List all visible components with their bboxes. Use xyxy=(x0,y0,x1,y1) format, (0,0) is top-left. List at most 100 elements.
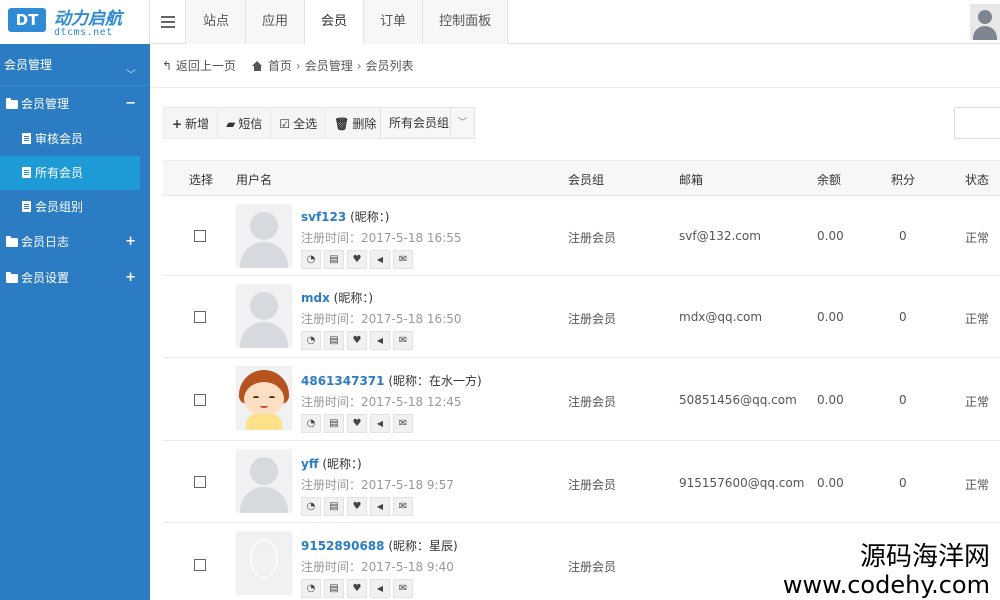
select-all-button[interactable]: ☑ 全选 xyxy=(270,107,326,139)
wallet-icon[interactable] xyxy=(324,414,344,433)
row-checkbox[interactable] xyxy=(194,394,206,406)
breadcrumb-current: 会员列表 xyxy=(365,59,414,73)
member-name[interactable]: 4861347371 (昵称：在水一方) xyxy=(301,372,482,389)
member-username[interactable]: 9152890688 xyxy=(301,539,385,553)
member-balance: 0.00 xyxy=(817,393,844,407)
chevron-down-icon: ﹀ xyxy=(126,70,136,81)
sidebar-group-member-management[interactable]: 会员管理 − xyxy=(0,86,150,122)
member-username[interactable]: yff xyxy=(301,457,319,471)
speaker-icon[interactable] xyxy=(370,250,390,269)
sidebar-item-label: 所有会员 xyxy=(35,166,84,180)
member-email: 915157600@qq.com xyxy=(679,476,805,490)
back-link[interactable]: ↰ 返回上一页 xyxy=(162,57,236,74)
row-checkbox[interactable] xyxy=(194,311,206,323)
breadcrumb-home[interactable]: 首页 xyxy=(268,57,292,74)
nav-site[interactable]: 站点 xyxy=(187,0,247,44)
wallet-icon[interactable] xyxy=(324,579,344,598)
nav-control-panel[interactable]: 控制面板 xyxy=(423,0,509,44)
menu-toggle-icon[interactable] xyxy=(150,0,186,44)
row-checkbox[interactable] xyxy=(194,230,206,242)
speaker-icon[interactable] xyxy=(370,414,390,433)
nav-apps[interactable]: 应用 xyxy=(246,0,306,44)
folder-icon xyxy=(6,236,18,247)
register-time: 注册时间：2017-5-18 16:50 xyxy=(301,312,462,326)
speaker-icon[interactable] xyxy=(370,331,390,350)
heart-icon[interactable] xyxy=(347,414,367,433)
member-group-select[interactable]: 所有会员组 ﹀ xyxy=(380,107,475,139)
mail-icon[interactable] xyxy=(393,250,413,269)
sidebar-item-all-members[interactable]: 所有会员 xyxy=(0,156,140,190)
pie-chart-icon[interactable] xyxy=(301,414,321,433)
table-row[interactable]: 4861347371 (昵称：在水一方) 注册时间：2017-5-18 12:4… xyxy=(163,358,1000,441)
heart-icon[interactable] xyxy=(347,250,367,269)
chevron-down-icon: ﹀ xyxy=(450,108,474,138)
expand-icon: + xyxy=(125,270,136,285)
breadcrumb-member-management[interactable]: 会员管理 xyxy=(305,57,353,74)
member-username[interactable]: 4861347371 xyxy=(301,374,385,388)
member-group: 注册会员 xyxy=(568,231,617,245)
sidebar-item-audit-members[interactable]: 审核会员 xyxy=(0,122,150,156)
member-status: 正常 xyxy=(965,478,990,492)
member-name[interactable]: mdx (昵称：) xyxy=(301,289,373,306)
table-header: 选择 用户名 会员组 邮箱 余额 积分 状态 xyxy=(163,160,1000,196)
add-button[interactable]: + 新增 xyxy=(163,107,218,139)
header-select: 选择 xyxy=(189,173,214,187)
heart-icon[interactable] xyxy=(347,497,367,516)
search-input[interactable] xyxy=(954,107,1000,139)
member-name[interactable]: yff (昵称：) xyxy=(301,455,362,472)
member-name[interactable]: 9152890688 (昵称：星辰) xyxy=(301,537,458,554)
folder-icon xyxy=(6,272,18,283)
folder-icon xyxy=(6,98,18,109)
nav-orders[interactable]: 订单 xyxy=(364,0,424,44)
heart-icon[interactable] xyxy=(347,331,367,350)
pie-chart-icon[interactable] xyxy=(301,579,321,598)
sidebar-group-member-log[interactable]: 会员日志 + xyxy=(0,224,150,260)
row-actions xyxy=(301,331,413,350)
logo-sub: dtcms.net xyxy=(54,27,113,38)
sidebar-title[interactable]: 会员管理 ﹀ xyxy=(0,44,150,86)
heart-icon[interactable] xyxy=(347,579,367,598)
mail-icon[interactable] xyxy=(393,331,413,350)
sms-button[interactable]: ▰ 短信 xyxy=(217,107,271,139)
member-username[interactable]: svf123 xyxy=(301,210,346,224)
pie-chart-icon[interactable] xyxy=(301,331,321,350)
row-checkbox[interactable] xyxy=(194,476,206,488)
member-avatar xyxy=(236,284,292,348)
mail-icon[interactable] xyxy=(393,579,413,598)
wallet-icon[interactable] xyxy=(324,250,344,269)
delete-button[interactable]: 🗑 删除 xyxy=(325,107,386,139)
mail-icon[interactable] xyxy=(393,414,413,433)
sidebar-group-member-settings[interactable]: 会员设置 + xyxy=(0,260,150,296)
table-row[interactable]: yff (昵称：) 注册时间：2017-5-18 9:57 注册会员 91515… xyxy=(163,441,1000,523)
member-group: 注册会员 xyxy=(568,560,617,574)
collapse-icon: − xyxy=(125,96,136,111)
pie-chart-icon[interactable] xyxy=(301,497,321,516)
watermark-line2: www.codehy.com xyxy=(782,571,990,599)
user-avatar[interactable] xyxy=(970,4,1000,40)
member-avatar xyxy=(236,449,292,513)
header-status: 状态 xyxy=(965,173,990,187)
logo[interactable]: DT 动力启航 dtcms.net xyxy=(0,0,150,44)
header-balance: 余额 xyxy=(817,173,842,187)
mail-icon[interactable] xyxy=(393,497,413,516)
speaker-icon[interactable] xyxy=(370,579,390,598)
sidebar-title-label: 会员管理 xyxy=(4,58,53,72)
sidebar-group-label: 会员日志 xyxy=(21,235,70,249)
sidebar: 会员管理 ﹀ 会员管理 − 审核会员 所有会员 会员组别 会员日志 + 会员设置… xyxy=(0,44,150,600)
speaker-icon[interactable] xyxy=(370,497,390,516)
pie-chart-icon[interactable] xyxy=(301,250,321,269)
wallet-icon[interactable] xyxy=(324,331,344,350)
nav-members[interactable]: 会员 xyxy=(305,0,365,44)
member-username[interactable]: mdx xyxy=(301,291,330,305)
back-label: 返回上一页 xyxy=(175,59,236,73)
table-row[interactable]: svf123 (昵称：) 注册时间：2017-5-18 16:55 注册会员 s… xyxy=(163,196,1000,276)
table-row[interactable]: mdx (昵称：) 注册时间：2017-5-18 16:50 注册会员 mdx@… xyxy=(163,276,1000,358)
sidebar-item-member-groups[interactable]: 会员组别 xyxy=(0,190,150,224)
member-name[interactable]: svf123 (昵称：) xyxy=(301,208,389,225)
row-checkbox[interactable] xyxy=(194,559,206,571)
header-username: 用户名 xyxy=(236,173,273,187)
wallet-icon[interactable] xyxy=(324,497,344,516)
document-icon xyxy=(22,133,31,144)
member-status: 正常 xyxy=(965,231,990,245)
member-avatar xyxy=(236,366,292,430)
